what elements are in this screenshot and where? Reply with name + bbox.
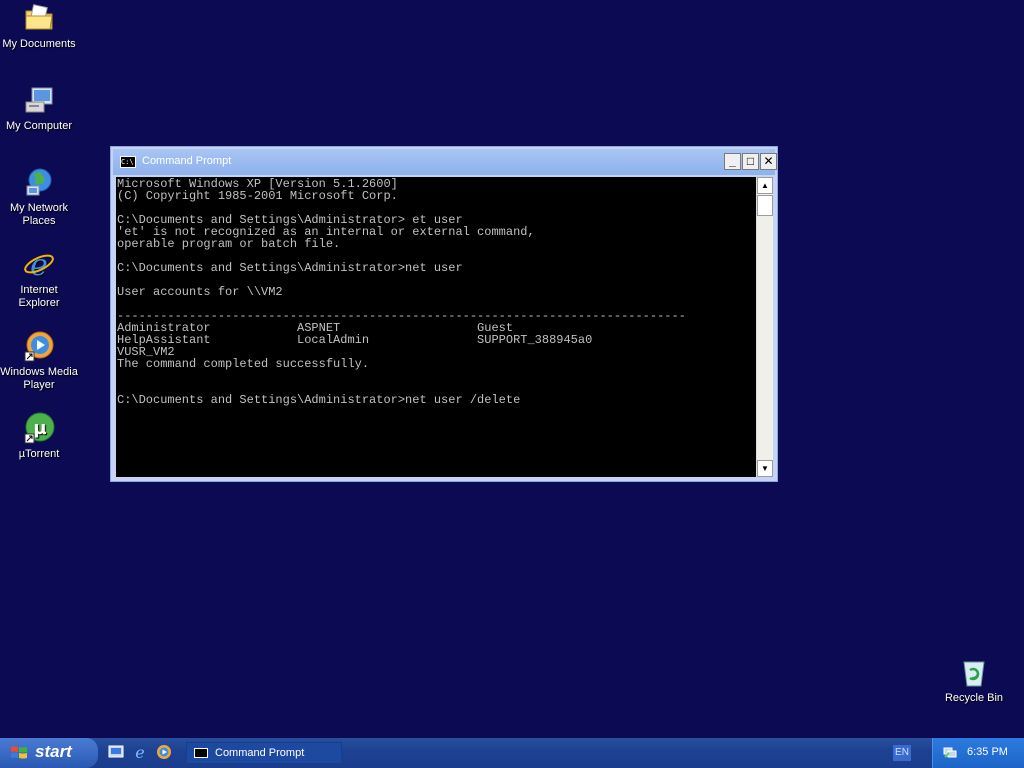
windows-flag-icon (11, 746, 27, 759)
desktop-icon-utorrent[interactable]: µ µTorrent (0, 412, 78, 461)
window-titlebar[interactable]: C:\ Command Prompt _ □ ✕ (113, 149, 777, 175)
internet-explorer-icon: e (23, 248, 55, 283)
desktop-icon-label: My Computer (5, 120, 73, 132)
media-player-icon[interactable] (156, 744, 172, 760)
scroll-up-arrow-icon[interactable]: ▲ (757, 177, 773, 194)
network-tray-icon[interactable] (943, 745, 957, 759)
taskbar-button-label: Command Prompt (215, 747, 305, 759)
svg-text:e: e (30, 248, 48, 280)
desktop-icon-label: Recycle Bin (944, 692, 1004, 704)
start-button[interactable]: start (0, 738, 98, 768)
system-tray: 6:35 PM (932, 738, 1024, 768)
vertical-scrollbar[interactable]: ▲ ▼ (756, 177, 773, 477)
computer-icon (23, 84, 55, 116)
minimize-button[interactable]: _ (724, 153, 741, 170)
start-label: start (35, 742, 72, 761)
desktop-icon-internet-explorer[interactable]: e Internet Explorer (0, 248, 78, 310)
taskbar-button-command-prompt[interactable]: Command Prompt (186, 742, 342, 764)
recycle-bin-icon (958, 656, 990, 688)
desktop-icon-label: µTorrent (18, 448, 60, 460)
console-icon: C:\ (120, 156, 136, 168)
desktop-icon-my-documents[interactable]: My Documents (0, 2, 78, 51)
show-desktop-icon[interactable] (108, 744, 124, 760)
console-output[interactable]: Microsoft Windows XP [Version 5.1.2600] … (116, 177, 756, 477)
folder-documents-icon (23, 2, 55, 34)
clock[interactable]: 6:35 PM (967, 746, 1008, 758)
close-button[interactable]: ✕ (760, 153, 777, 170)
desktop-icon-recycle-bin[interactable]: Recycle Bin (935, 656, 1013, 705)
desktop-icon-label: My Network Places (9, 202, 69, 227)
console-icon (194, 748, 208, 758)
scroll-down-arrow-icon[interactable]: ▼ (757, 460, 773, 477)
command-prompt-window[interactable]: C:\ Command Prompt _ □ ✕ Microsoft Windo… (110, 146, 778, 482)
desktop-icon-my-network-places[interactable]: My Network Places (0, 166, 78, 228)
desktop-icon-label: Windows Media Player (0, 366, 78, 391)
svg-text:e: e (135, 744, 144, 760)
desktop-icon-label: Internet Explorer (18, 284, 60, 309)
media-player-icon (23, 330, 55, 362)
desktop-icon-windows-media-player[interactable]: Windows Media Player (0, 330, 78, 392)
desktop-icon-my-computer[interactable]: My Computer (0, 84, 78, 133)
internet-explorer-icon[interactable]: e (132, 744, 148, 760)
maximize-button[interactable]: □ (742, 153, 759, 170)
language-indicator[interactable]: EN (893, 745, 911, 761)
window-title: Command Prompt (142, 155, 232, 167)
console-text: Microsoft Windows XP [Version 5.1.2600] … (117, 177, 686, 407)
taskbar: start e Command Prompt EN 6:35 PM (0, 738, 1024, 768)
desktop-icon-label: My Documents (2, 38, 76, 50)
svg-text:µ: µ (33, 418, 46, 439)
scroll-thumb[interactable] (757, 195, 773, 216)
network-places-icon (23, 166, 55, 198)
utorrent-icon: µ (23, 412, 55, 444)
